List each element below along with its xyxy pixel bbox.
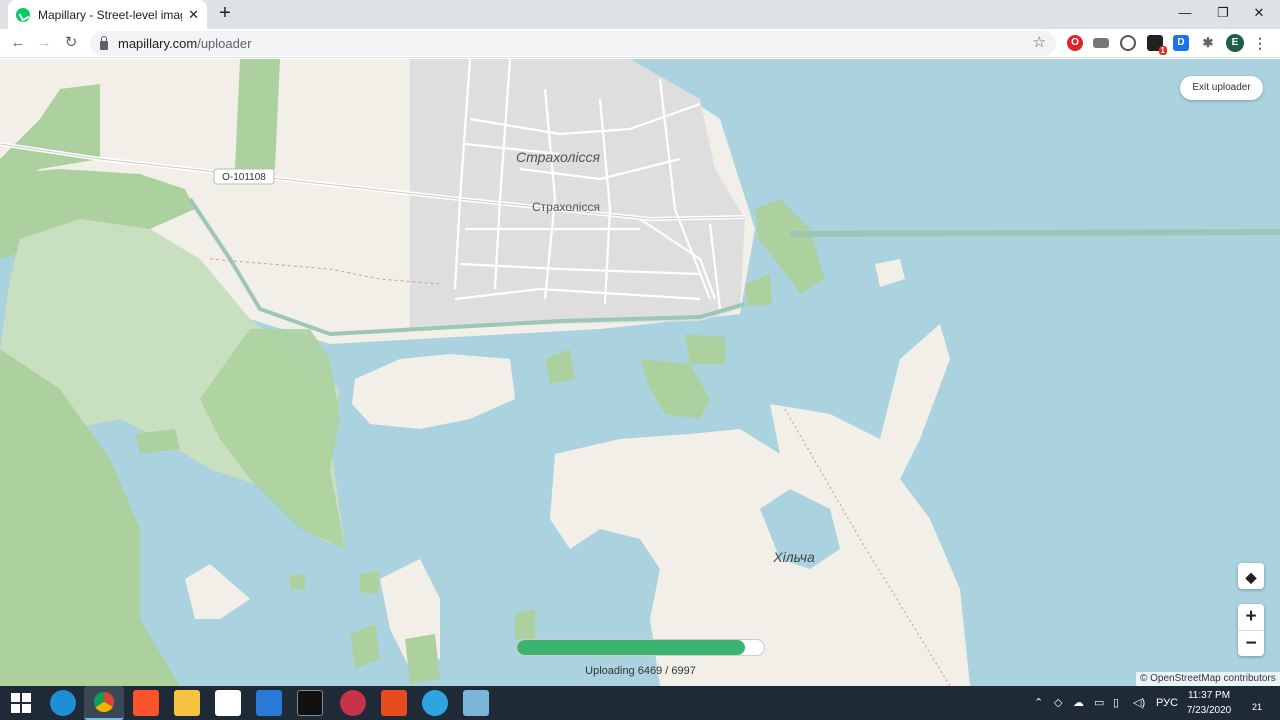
- browser-tab-bar: Mapillary - Street-level imagery, ✕ + — …: [0, 0, 1280, 29]
- browser-tab[interactable]: Mapillary - Street-level imagery, ✕: [8, 0, 207, 29]
- terminal-icon[interactable]: [297, 690, 323, 716]
- bookmark-star-icon[interactable]: ☆: [1033, 33, 1046, 51]
- extension-d-icon[interactable]: D: [1173, 35, 1189, 51]
- chrome-taskbar-item[interactable]: [84, 686, 124, 720]
- extension-icon[interactable]: [1093, 38, 1109, 48]
- channel-line: [790, 229, 1280, 237]
- url-host: mapillary.com: [118, 36, 198, 51]
- windows-start-icon[interactable]: [10, 692, 32, 714]
- zoom-control: + −: [1238, 604, 1264, 656]
- browser-toolbar: ← → ↻ mapillary.com/uploader ☆ O 1 D ✱ E…: [0, 29, 1280, 58]
- window-minimize-button[interactable]: —: [1166, 0, 1204, 29]
- upload-progress-fill: [517, 640, 746, 655]
- small-island-forest: [350, 624, 380, 669]
- small-island-forest: [135, 429, 180, 454]
- chrome-icon: [94, 692, 114, 712]
- menu-kebab-icon[interactable]: ⋮: [1252, 35, 1268, 51]
- volume-icon[interactable]: ◁): [1133, 686, 1145, 720]
- store-icon[interactable]: [215, 690, 241, 716]
- island-forest: [745, 274, 772, 307]
- edge-icon[interactable]: [50, 690, 76, 716]
- window-restore-button[interactable]: ❐: [1204, 0, 1242, 29]
- lock-icon: [100, 35, 108, 50]
- island: [875, 259, 905, 287]
- khilcha-island: [550, 324, 970, 686]
- action-center-icon[interactable]: 21: [1246, 686, 1266, 720]
- island-forest: [640, 359, 710, 419]
- village-label: Страхолісся: [516, 149, 601, 165]
- map-canvas[interactable]: Страхолісся Страхолісся O-101108 Хільча …: [0, 59, 1280, 686]
- new-tab-button[interactable]: +: [214, 3, 236, 25]
- clock-date: 7/23/2020: [1186, 705, 1232, 716]
- mail-icon[interactable]: [256, 690, 282, 716]
- small-island-forest: [515, 609, 535, 639]
- office-icon[interactable]: [381, 690, 407, 716]
- extensions-puzzle-icon[interactable]: ✱: [1200, 35, 1216, 51]
- small-island: [185, 564, 250, 619]
- small-island-forest: [290, 574, 305, 589]
- upload-progress-bar: [516, 639, 765, 656]
- profile-avatar[interactable]: E: [1226, 34, 1244, 52]
- street-label: Страхолісся: [532, 200, 600, 214]
- small-island-forest: [405, 634, 440, 684]
- battery-icon[interactable]: ▭: [1094, 686, 1104, 720]
- extension-face-icon[interactable]: [1120, 35, 1136, 51]
- app-icon-2[interactable]: [463, 690, 489, 716]
- brave-icon[interactable]: [133, 690, 159, 716]
- map-tiles: Страхолісся Страхолісся O-101108 Хільча: [0, 59, 1280, 686]
- exit-uploader-button[interactable]: Exit uploader: [1180, 76, 1263, 100]
- windows-taskbar: ⌃ ◇ ☁ ▭ ▯ ◁) РУС 11:37 PM 7/23/2020 21: [0, 686, 1280, 720]
- map-attribution[interactable]: © OpenStreetMap contributors: [1136, 672, 1280, 686]
- island-label: Хільча: [772, 549, 815, 565]
- reload-icon[interactable]: ↻: [60, 32, 82, 54]
- mapillary-favicon-icon: [16, 7, 30, 22]
- small-island-forest: [360, 571, 380, 594]
- island-forest: [545, 349, 575, 384]
- cloud-icon[interactable]: ☁: [1073, 686, 1084, 720]
- layers-button[interactable]: ◆: [1238, 563, 1264, 589]
- island: [352, 354, 515, 429]
- tray-chevron-icon[interactable]: ⌃: [1034, 686, 1043, 720]
- address-bar[interactable]: mapillary.com/uploader ☆: [90, 31, 1056, 56]
- tab-close-icon[interactable]: ✕: [188, 7, 199, 23]
- island-forest: [685, 334, 725, 364]
- notification-count: 21: [1252, 702, 1263, 712]
- extension-badge-count: 1: [1158, 46, 1167, 55]
- opera-extension-icon[interactable]: O: [1067, 35, 1083, 51]
- extension-badge-icon[interactable]: 1: [1147, 35, 1167, 55]
- road-ref-label: O-101108: [222, 172, 266, 183]
- forest-patch: [235, 59, 280, 169]
- zoom-out-button[interactable]: −: [1238, 630, 1264, 656]
- app-icon[interactable]: [340, 690, 366, 716]
- file-explorer-icon[interactable]: [174, 690, 200, 716]
- network-icon[interactable]: ▯: [1113, 686, 1119, 720]
- layers-icon: ◆: [1245, 569, 1257, 585]
- dropbox-icon[interactable]: ◇: [1054, 686, 1062, 720]
- language-indicator[interactable]: РУС: [1156, 686, 1178, 720]
- zoom-in-button[interactable]: +: [1238, 604, 1264, 630]
- url-path: /uploader: [197, 36, 252, 51]
- taskbar-clock[interactable]: 11:37 PM 7/23/2020: [1180, 688, 1238, 718]
- back-arrow-icon[interactable]: ←: [7, 32, 29, 54]
- telegram-icon[interactable]: [422, 690, 448, 716]
- tab-title: Mapillary - Street-level imagery,: [38, 7, 182, 22]
- upload-progress-text: Uploading 6469 / 6997: [585, 665, 696, 677]
- forward-arrow-icon[interactable]: →: [33, 32, 55, 54]
- clock-time: 11:37 PM: [1187, 690, 1231, 701]
- window-close-button[interactable]: ✕: [1240, 0, 1278, 29]
